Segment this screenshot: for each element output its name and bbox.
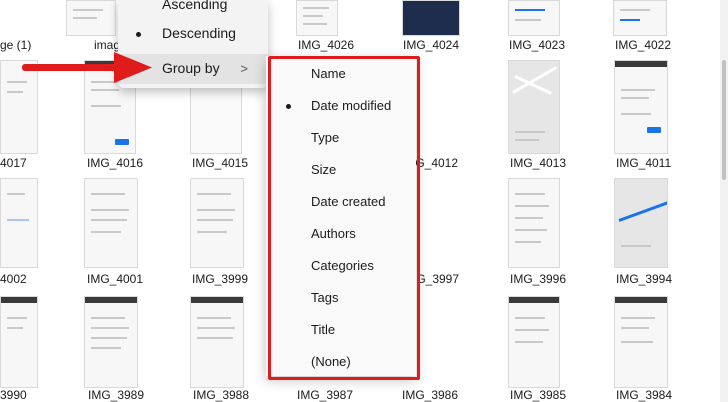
file-thumbnail[interactable] xyxy=(402,0,460,36)
file-thumbnail[interactable] xyxy=(84,296,138,388)
scrollbar-thumb[interactable] xyxy=(722,60,726,180)
file-thumbnail[interactable] xyxy=(614,60,668,154)
file-name[interactable]: IMG_3994 xyxy=(616,272,672,286)
chevron-right-icon: > xyxy=(240,61,248,76)
file-name[interactable]: IMG_3989 xyxy=(88,388,144,402)
file-thumbnail[interactable] xyxy=(0,296,38,388)
file-name[interactable]: IMG_4011 xyxy=(616,156,671,170)
file-name[interactable]: IMG_4024 xyxy=(403,38,459,52)
file-thumbnail[interactable] xyxy=(613,0,667,36)
file-name[interactable]: IMG_4013 xyxy=(510,156,566,170)
file-name[interactable]: imag xyxy=(94,38,120,52)
file-name[interactable]: IMG_4023 xyxy=(509,38,565,52)
pointer-arrow-icon xyxy=(22,52,152,83)
file-name[interactable]: IMG_4022 xyxy=(615,38,671,52)
file-thumbnail[interactable] xyxy=(508,178,560,268)
file-thumbnail[interactable] xyxy=(66,0,116,36)
file-name[interactable]: IMG_4016 xyxy=(87,156,143,170)
file-name[interactable]: IMG_4001 xyxy=(87,272,143,286)
file-thumbnail[interactable] xyxy=(190,178,244,268)
arrow-head xyxy=(114,52,152,83)
selected-dot-icon xyxy=(136,32,141,37)
file-name[interactable]: IMG_3988 xyxy=(193,388,249,402)
file-name[interactable]: IMG_4026 xyxy=(298,38,354,52)
file-name[interactable]: 4017 xyxy=(0,156,27,170)
file-name[interactable]: ge (1) xyxy=(0,38,31,52)
menu-item-label: Group by xyxy=(162,60,220,76)
file-name[interactable]: IMG_3986 xyxy=(402,388,458,402)
file-name[interactable]: IMG_3996 xyxy=(510,272,566,286)
file-thumbnail[interactable] xyxy=(614,296,668,388)
menu-item-descending[interactable]: Descending xyxy=(118,19,268,49)
file-name[interactable]: IMG_3985 xyxy=(510,388,566,402)
file-name[interactable]: IMG_4015 xyxy=(192,156,248,170)
file-thumbnail[interactable] xyxy=(190,296,244,388)
menu-item-label: Descending xyxy=(162,25,236,41)
arrow-shaft xyxy=(22,64,118,71)
file-name[interactable]: IMG_3999 xyxy=(192,272,248,286)
file-thumbnail[interactable] xyxy=(0,178,38,268)
vertical-scrollbar[interactable] xyxy=(720,0,728,402)
file-name[interactable]: IMG_3987 xyxy=(297,388,353,402)
file-name[interactable]: 3990 xyxy=(0,388,27,402)
file-thumbnail[interactable] xyxy=(508,60,560,154)
file-thumbnail[interactable] xyxy=(508,0,560,36)
file-name[interactable]: IMG_3984 xyxy=(616,388,672,402)
menu-item-ascending[interactable]: Ascending xyxy=(118,0,268,20)
file-thumbnail[interactable] xyxy=(508,296,560,388)
highlight-box xyxy=(268,56,420,380)
file-thumbnail[interactable] xyxy=(296,0,338,36)
file-thumbnail[interactable] xyxy=(84,178,138,268)
file-thumbnail[interactable] xyxy=(614,178,668,268)
file-name[interactable]: 4002 xyxy=(0,272,27,286)
menu-item-label: Ascending xyxy=(162,0,228,12)
